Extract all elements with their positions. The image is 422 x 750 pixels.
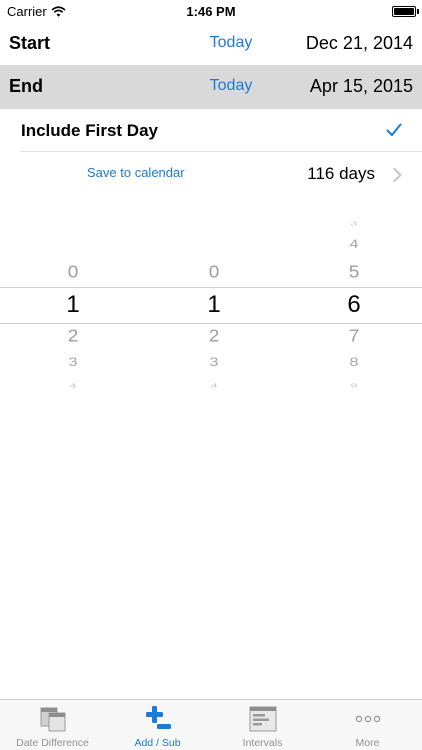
chevron-right-icon[interactable] <box>393 168 402 182</box>
start-row[interactable]: Start Today Dec 21, 2014 <box>0 22 422 66</box>
include-first-day-row[interactable]: Include First Day <box>20 110 422 152</box>
end-today-button[interactable]: Today <box>188 77 274 95</box>
picker-value: 0 <box>208 262 220 282</box>
start-today-button[interactable]: Today <box>188 34 274 52</box>
status-bar: Carrier 1:46 PM <box>0 0 422 22</box>
tab-add-sub[interactable]: Add / Sub <box>105 700 210 750</box>
battery-tip <box>417 9 419 14</box>
start-label: Start <box>9 33 51 53</box>
picker-selection-bottom-line <box>0 323 422 324</box>
picker-value: 4 <box>210 382 218 390</box>
picker-value: 3 <box>209 356 219 370</box>
tab-label: Intervals <box>242 737 283 749</box>
calendar-icon <box>40 707 65 732</box>
picker-value: 3 <box>350 220 358 228</box>
picker-value: 2 <box>208 326 220 346</box>
picker-value: 3 <box>68 356 78 370</box>
end-date-value: Apr 15, 2015 <box>309 76 413 96</box>
start-date-value: Dec 21, 2014 <box>305 33 413 53</box>
include-first-day-label: Include First Day <box>21 121 158 140</box>
tab-date-difference[interactable]: Date Difference <box>0 700 105 750</box>
status-time: 1:46 PM <box>186 4 236 19</box>
plus-minus-icon <box>145 706 171 729</box>
more-icon <box>355 715 380 723</box>
picker-selected-value[interactable]: 1 <box>199 291 229 319</box>
number-picker[interactable]: 1 0 2 3 4 1 0 2 3 4 6 5 4 3 7 8 9 <box>0 210 422 400</box>
intervals-icon <box>249 706 276 732</box>
tab-bar: Date Difference Add / Sub Intervals More <box>0 699 422 750</box>
picker-value: 0 <box>67 262 79 282</box>
picker-value: 5 <box>348 262 360 282</box>
picker-value: 8 <box>349 356 359 370</box>
tab-more[interactable]: More <box>315 700 420 750</box>
tab-label: Add / Sub <box>134 737 181 749</box>
save-row: Save to calendar 116 days <box>0 152 422 196</box>
picker-value: 2 <box>67 326 79 346</box>
tab-intervals[interactable]: Intervals <box>210 700 315 750</box>
picker-value: 9 <box>350 382 358 390</box>
picker-value: 4 <box>349 238 359 252</box>
picker-selected-value[interactable]: 1 <box>58 291 88 319</box>
picker-selection-top-line <box>0 287 422 288</box>
save-to-calendar-button[interactable]: Save to calendar <box>87 165 185 180</box>
days-count[interactable]: 116 days <box>307 164 375 184</box>
tab-label: Date Difference <box>16 737 89 749</box>
picker-selected-value[interactable]: 6 <box>339 291 369 319</box>
picker-value: 4 <box>69 382 77 390</box>
picker-value: 7 <box>348 326 360 346</box>
end-label: End <box>9 76 43 96</box>
battery-icon <box>392 6 416 17</box>
checkmark-icon <box>386 123 402 136</box>
tab-label: More <box>355 737 380 749</box>
end-row[interactable]: End Today Apr 15, 2015 <box>0 65 422 109</box>
